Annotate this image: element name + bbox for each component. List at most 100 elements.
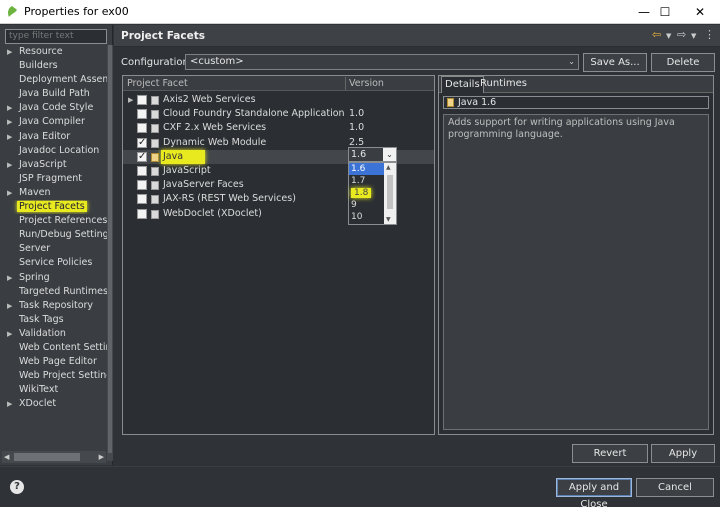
sidebar-item[interactable]: ▶ Resource [0, 45, 107, 59]
sidebar-item-label: Web Page Editor [19, 356, 97, 368]
help-icon[interactable]: ? [10, 480, 24, 494]
maximize-button[interactable]: ☐ [645, 0, 685, 24]
version-combo-value: 1.6 [351, 149, 367, 160]
facet-icon [151, 209, 159, 219]
filter-input[interactable]: type filter text [5, 29, 107, 44]
version-list-scrollbar[interactable]: ▲ ▼ [384, 163, 396, 224]
property-page-tree: type filter text ▶ Resource Builders Deploy… [0, 25, 113, 465]
sidebar-item[interactable]: Server [0, 242, 107, 256]
scrollbar-thumb[interactable] [108, 45, 112, 453]
chevron-down-icon[interactable]: ▼ [691, 32, 696, 40]
facet-checkbox[interactable] [137, 166, 147, 176]
back-arrow-icon[interactable]: ⇦ [652, 28, 661, 41]
scrollbar-thumb[interactable] [387, 175, 393, 209]
chevron-right-icon[interactable]: ▶ [7, 130, 12, 144]
scroll-left-icon[interactable]: ◀ [4, 451, 9, 463]
chevron-right-icon[interactable]: ▶ [7, 45, 12, 59]
column-version[interactable]: Version [349, 76, 384, 91]
facet-checkbox[interactable] [137, 208, 147, 219]
forward-arrow-icon[interactable]: ⇨ [677, 28, 686, 41]
sidebar-item[interactable]: Targeted Runtimes [0, 285, 107, 299]
facet-icon [151, 181, 159, 191]
tree-vertical-scrollbar[interactable] [107, 45, 113, 461]
save-as-button[interactable]: Save As... [583, 53, 647, 72]
sidebar-item[interactable]: Web Page Editor [0, 355, 107, 369]
sidebar-item[interactable]: Project Facets [0, 200, 107, 214]
chevron-right-icon[interactable]: ▶ [7, 397, 12, 411]
chevron-right-icon[interactable]: ▶ [7, 271, 12, 285]
sidebar-item[interactable]: ▶ Java Editor [0, 130, 107, 144]
sidebar-item[interactable]: JSP Fragment [0, 172, 107, 186]
facet-checkbox[interactable] [137, 123, 147, 134]
sidebar-item[interactable]: ▶ Java Code Style [0, 101, 107, 115]
sidebar-item-label: Resource [19, 46, 63, 57]
facet-checkbox[interactable] [137, 95, 147, 105]
facet-checkbox[interactable] [137, 194, 147, 205]
facet-checkbox[interactable] [137, 136, 147, 150]
facet-row[interactable]: Cloud Foundry Standalone Application 1.0 [123, 107, 434, 121]
page-title: Project Facets [121, 30, 205, 42]
delete-button[interactable]: Delete [651, 53, 715, 72]
apply-button[interactable]: Apply [651, 444, 715, 463]
page-header: Project Facets ⇦ ▼ ⇨ ▼ ⋮ [114, 25, 720, 47]
chevron-right-icon[interactable]: ▶ [7, 327, 12, 341]
column-project-facet[interactable]: Project Facet [127, 76, 188, 91]
sidebar-item[interactable]: ▶ XDoclet [0, 397, 107, 411]
chevron-right-icon[interactable]: ▶ [128, 93, 133, 107]
sidebar-item[interactable]: ▶ Validation [0, 327, 107, 341]
chevron-down-icon: ⌄ [568, 57, 575, 66]
sidebar-item[interactable]: ▶ Maven [0, 186, 107, 200]
tab-runtimes[interactable]: Runtimes [477, 76, 530, 93]
sidebar-item[interactable]: Project References [0, 214, 107, 228]
facets-table: Project Facet Version ▶ Axis2 Web Service… [122, 75, 435, 435]
sidebar-item[interactable]: Deployment Assembly [0, 73, 107, 87]
sidebar-item[interactable]: Run/Debug Settings [0, 228, 107, 242]
chevron-down-icon[interactable]: ⌄ [383, 148, 396, 161]
chevron-down-icon[interactable]: ▼ [666, 32, 671, 40]
cancel-button[interactable]: Cancel [636, 478, 714, 497]
chevron-right-icon[interactable]: ▶ [7, 299, 12, 313]
sidebar-item[interactable]: Task Tags [0, 313, 107, 327]
version-option[interactable]: 1.8 [349, 187, 385, 199]
version-option[interactable]: 10 [349, 211, 385, 223]
sidebar-item[interactable]: ▶ JavaScript [0, 158, 107, 172]
facet-row[interactable]: CXF 2.x Web Services 1.0 [123, 121, 434, 135]
scroll-down-icon[interactable]: ▼ [386, 216, 391, 223]
scrollbar-thumb[interactable] [14, 453, 80, 461]
version-option-label: 1.8 [351, 188, 372, 198]
sidebar-item[interactable]: Builders [0, 59, 107, 73]
facet-checkbox[interactable] [137, 180, 147, 191]
sidebar-item[interactable]: WikiText [0, 383, 107, 397]
configuration-select[interactable]: <custom> ⌄ [185, 54, 579, 70]
scroll-right-icon[interactable]: ▶ [99, 451, 104, 463]
close-button[interactable]: ✕ [680, 0, 720, 24]
facet-row[interactable]: ▶ Axis2 Web Services [123, 93, 434, 107]
sidebar-item[interactable]: ▶ Spring [0, 271, 107, 285]
menu-icon[interactable]: ⋮ [704, 28, 715, 41]
scroll-up-icon[interactable]: ▲ [386, 164, 391, 171]
version-option[interactable]: 1.7 [349, 175, 385, 187]
sidebar-item[interactable]: Service Policies [0, 256, 107, 270]
facet-version: 1.0 [349, 122, 365, 134]
sidebar-item[interactable]: ▶ Task Repository [0, 299, 107, 313]
revert-button[interactable]: Revert [572, 444, 648, 463]
version-option[interactable]: 9 [349, 199, 385, 211]
chevron-right-icon[interactable]: ▶ [7, 158, 12, 172]
facet-checkbox[interactable] [137, 150, 147, 164]
facet-icon [151, 138, 159, 148]
apply-and-close-button[interactable]: Apply and Close [556, 478, 632, 507]
tree-horizontal-scrollbar[interactable]: ◀ ▶ [2, 451, 106, 463]
eclipse-spring-icon [8, 6, 17, 17]
sidebar-item[interactable]: ▶ Java Compiler [0, 115, 107, 129]
sidebar-item[interactable]: Java Build Path [0, 87, 107, 101]
sidebar-item[interactable]: Web Content Settings [0, 341, 107, 355]
facet-checkbox[interactable] [137, 109, 147, 120]
sidebar-item[interactable]: Web Project Settings [0, 369, 107, 383]
chevron-right-icon[interactable]: ▶ [7, 115, 12, 129]
chevron-right-icon[interactable]: ▶ [7, 186, 12, 200]
version-option[interactable]: 1.6 [349, 163, 385, 175]
window-title: Properties for ex00 [24, 5, 129, 18]
sidebar-item[interactable]: Javadoc Location [0, 144, 107, 158]
chevron-right-icon[interactable]: ▶ [7, 101, 12, 115]
version-combo[interactable]: 1.6 ⌄ [348, 147, 397, 162]
